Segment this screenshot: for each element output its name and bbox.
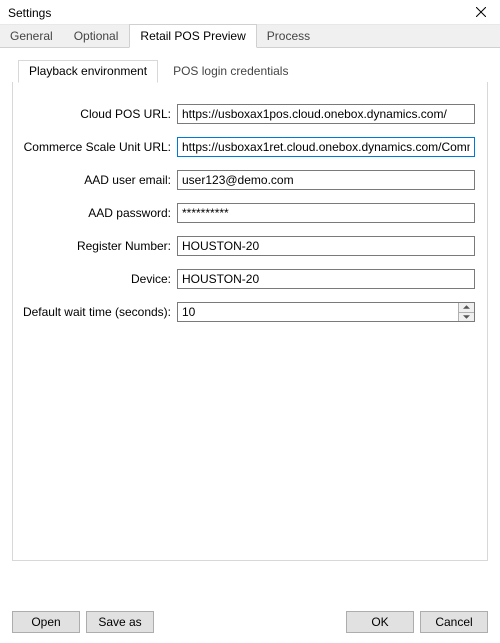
inner-tab-pos-login-credentials[interactable]: POS login credentials	[162, 60, 299, 83]
chevron-down-icon	[463, 315, 470, 319]
register-number-input[interactable]	[177, 236, 475, 256]
cancel-button[interactable]: Cancel	[420, 611, 488, 633]
aad-password-input[interactable]	[177, 203, 475, 223]
default-wait-stepper[interactable]	[177, 302, 475, 322]
aad-password-label: AAD password:	[21, 206, 177, 220]
aad-email-label: AAD user email:	[21, 173, 177, 187]
csu-url-label: Commerce Scale Unit URL:	[21, 140, 177, 154]
aad-email-input[interactable]	[177, 170, 475, 190]
cloud-pos-url-label: Cloud POS URL:	[21, 107, 177, 121]
register-number-label: Register Number:	[21, 239, 177, 253]
main-tab-strip: General Optional Retail POS Preview Proc…	[0, 24, 500, 48]
default-wait-input[interactable]	[178, 303, 458, 321]
tab-process[interactable]: Process	[257, 25, 321, 47]
close-icon	[476, 7, 486, 17]
device-input[interactable]	[177, 269, 475, 289]
tab-optional[interactable]: Optional	[64, 25, 130, 47]
spin-down-button[interactable]	[459, 313, 474, 322]
title-bar: Settings	[0, 0, 500, 24]
window-title: Settings	[8, 6, 51, 20]
tab-retail-pos-preview[interactable]: Retail POS Preview	[129, 24, 256, 48]
inner-tab-playback-environment[interactable]: Playback environment	[18, 60, 158, 83]
playback-form: Cloud POS URL: Commerce Scale Unit URL: …	[13, 82, 487, 345]
ok-button[interactable]: OK	[346, 611, 414, 633]
open-button[interactable]: Open	[12, 611, 80, 633]
close-button[interactable]	[470, 6, 492, 20]
inner-tab-body: Cloud POS URL: Commerce Scale Unit URL: …	[12, 82, 488, 561]
spin-buttons	[458, 303, 474, 321]
spin-up-button[interactable]	[459, 303, 474, 313]
chevron-up-icon	[463, 305, 470, 309]
save-as-button[interactable]: Save as	[86, 611, 154, 633]
tab-general[interactable]: General	[0, 25, 64, 47]
dialog-footer: Open Save as OK Cancel	[12, 611, 488, 633]
default-wait-label: Default wait time (seconds):	[21, 305, 177, 319]
inner-tab-strip: Playback environment POS login credentia…	[12, 61, 488, 83]
tab-content: Playback environment POS login credentia…	[0, 48, 500, 569]
csu-url-input[interactable]	[177, 137, 475, 157]
device-label: Device:	[21, 272, 177, 286]
cloud-pos-url-input[interactable]	[177, 104, 475, 124]
inner-panel: Playback environment POS login credentia…	[12, 61, 488, 561]
